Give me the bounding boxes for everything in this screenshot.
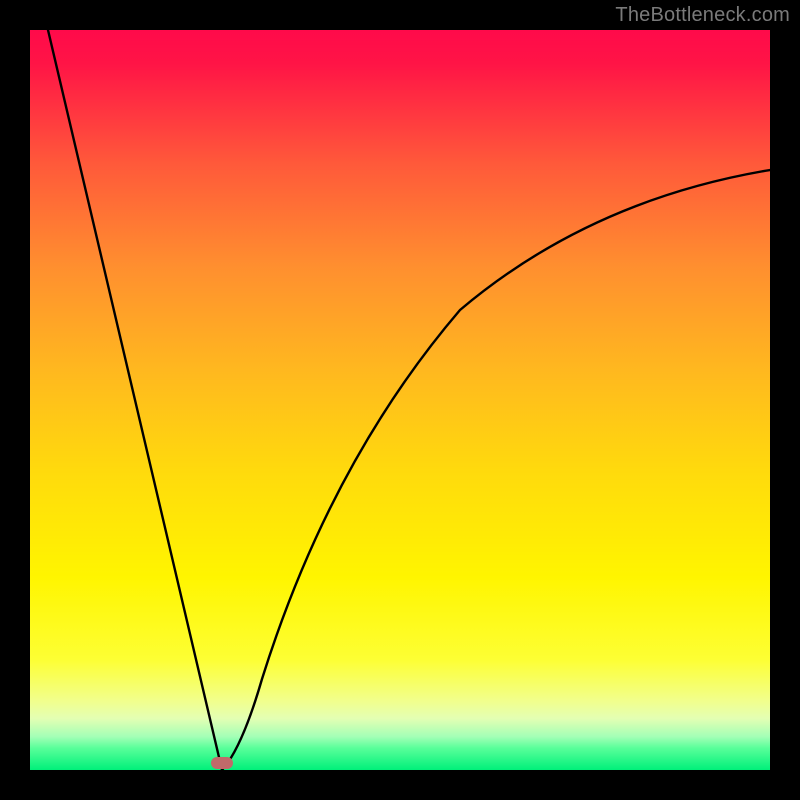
chart-frame: TheBottleneck.com <box>0 0 800 800</box>
plot-area <box>30 30 770 770</box>
curve-svg <box>30 30 770 770</box>
watermark-text: TheBottleneck.com <box>615 4 790 27</box>
bottleneck-curve <box>48 30 770 770</box>
optimal-marker <box>211 757 233 769</box>
